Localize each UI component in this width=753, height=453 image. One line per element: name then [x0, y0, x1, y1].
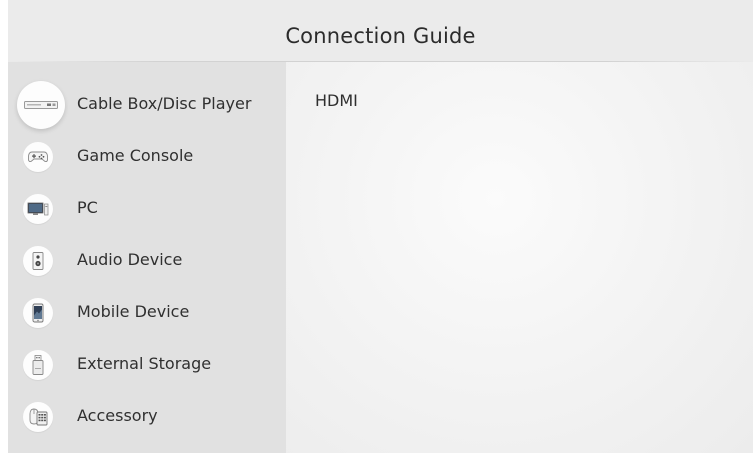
gamepad-icon	[23, 142, 53, 172]
sidebar-item-label: Cable Box/Disc Player	[77, 94, 252, 113]
connection-type-option-hdmi[interactable]: HDMI	[315, 91, 358, 110]
header: Connection Guide	[8, 0, 753, 70]
sidebar-item-mobile-device[interactable]: Mobile Device	[8, 287, 286, 339]
sidebar-item-audio-device[interactable]: Audio Device	[8, 235, 286, 287]
sidebar-item-pc[interactable]: PC	[8, 183, 286, 235]
sidebar-item-label: External Storage	[77, 354, 212, 373]
cable-box-icon	[17, 81, 65, 129]
sidebar-item-label: Game Console	[77, 146, 194, 165]
sidebar-item-label: PC	[77, 198, 98, 217]
usb-drive-icon	[23, 350, 53, 380]
sidebar-item-game-console[interactable]: Game Console	[8, 131, 286, 183]
keyboard-mouse-icon	[23, 402, 53, 432]
sidebar-item-cable-box-disc-player[interactable]: Cable Box/Disc Player	[8, 79, 286, 131]
sidebar-item-external-storage[interactable]: External Storage	[8, 339, 286, 391]
sidebar-item-label: Audio Device	[77, 250, 183, 269]
connection-detail-panel: HDMI	[286, 62, 753, 453]
pc-monitor-icon	[23, 194, 53, 224]
sidebar-item-label: Accessory	[77, 406, 158, 425]
sidebar-item-accessory[interactable]: Accessory	[8, 391, 286, 443]
page-title: Connection Guide	[285, 24, 476, 48]
connection-guide-screen: Connection Guide Cable Box/Disc Player G…	[8, 0, 753, 453]
sidebar: Cable Box/Disc Player Game Console PC Au…	[8, 62, 286, 453]
sidebar-item-label: Mobile Device	[77, 302, 190, 321]
mobile-phone-icon	[23, 298, 53, 328]
speaker-icon	[23, 246, 53, 276]
